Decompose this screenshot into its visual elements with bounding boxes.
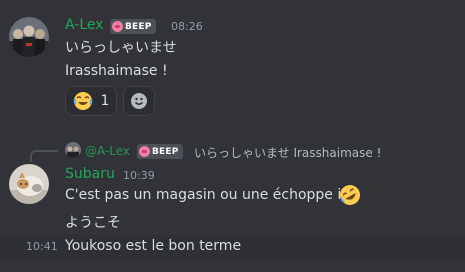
avatar-alex[interactable] bbox=[9, 17, 49, 57]
username-alex[interactable]: A-Lex bbox=[65, 17, 104, 33]
pig-icon bbox=[112, 21, 123, 32]
reply-avatar-alex[interactable] bbox=[65, 142, 81, 158]
bot-badge: BEEP bbox=[110, 19, 156, 34]
badge-label: BEEP bbox=[125, 21, 152, 32]
joy-emoji-icon bbox=[73, 92, 92, 110]
reaction-count: 1 bbox=[100, 93, 110, 109]
avatar-subaru[interactable] bbox=[9, 164, 49, 204]
add-reaction-icon bbox=[131, 93, 147, 109]
message-line: Youkoso est le bon terme bbox=[65, 238, 242, 254]
message-timestamp: 08:26 bbox=[171, 20, 203, 33]
message-timestamp: 10:39 bbox=[123, 169, 155, 182]
message-line: C'est pas un magasin ou une échoppe ici bbox=[65, 187, 353, 203]
pig-icon bbox=[139, 146, 150, 157]
reply-username[interactable]: @A-Lex bbox=[85, 144, 130, 158]
rofl-emoji-icon bbox=[340, 185, 360, 205]
message-line: いらっしゃいませ bbox=[65, 40, 177, 56]
reply-spine bbox=[30, 150, 58, 162]
chat-log: A-Lex BEEP 08:26 いらっしゃいませ Irasshaimase !… bbox=[0, 0, 465, 272]
message-line: ようこそ bbox=[65, 215, 121, 231]
message-line: Irasshaimase ! bbox=[65, 63, 168, 79]
badge-label: BEEP bbox=[152, 146, 179, 157]
reaction-joy[interactable]: 1 bbox=[65, 86, 117, 116]
reply-preview-text[interactable]: いらっしゃいませ Irasshaimase ! bbox=[194, 144, 381, 161]
username-subaru[interactable]: Subaru bbox=[65, 166, 115, 182]
add-reaction-button[interactable] bbox=[123, 86, 155, 116]
message-timestamp: 10:41 bbox=[26, 240, 58, 253]
reply-bot-badge: BEEP bbox=[137, 144, 183, 159]
